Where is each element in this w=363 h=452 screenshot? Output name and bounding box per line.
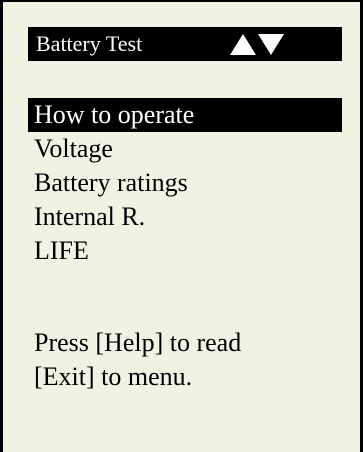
scroll-arrows bbox=[230, 27, 284, 61]
lcd-screen: Battery Test How to operate Voltage Batt… bbox=[0, 0, 363, 452]
down-arrow-icon bbox=[258, 33, 284, 55]
help-line-2: [Exit] to menu. bbox=[34, 362, 193, 391]
menu-item-label: Voltage bbox=[34, 134, 113, 163]
menu-item-life[interactable]: LIFE bbox=[28, 234, 342, 268]
help-line-1: Press [Help] to read bbox=[34, 328, 242, 357]
battery-test-menu: How to operate Voltage Battery ratings I… bbox=[28, 98, 342, 268]
menu-item-label: How to operate bbox=[34, 100, 195, 129]
menu-item-battery-ratings[interactable]: Battery ratings bbox=[28, 166, 342, 200]
help-instructions: Press [Help] to read [Exit] to menu. bbox=[34, 326, 241, 394]
menu-item-internal-r[interactable]: Internal R. bbox=[28, 200, 342, 234]
up-arrow-icon bbox=[230, 33, 256, 55]
menu-item-label: Internal R. bbox=[34, 202, 146, 231]
menu-item-how-to-operate[interactable]: How to operate bbox=[28, 98, 342, 132]
screen-title: Battery Test bbox=[36, 31, 143, 56]
menu-item-label: Battery ratings bbox=[34, 168, 188, 197]
title-bar: Battery Test bbox=[28, 27, 342, 61]
menu-item-label: LIFE bbox=[34, 236, 89, 265]
menu-item-voltage[interactable]: Voltage bbox=[28, 132, 342, 166]
